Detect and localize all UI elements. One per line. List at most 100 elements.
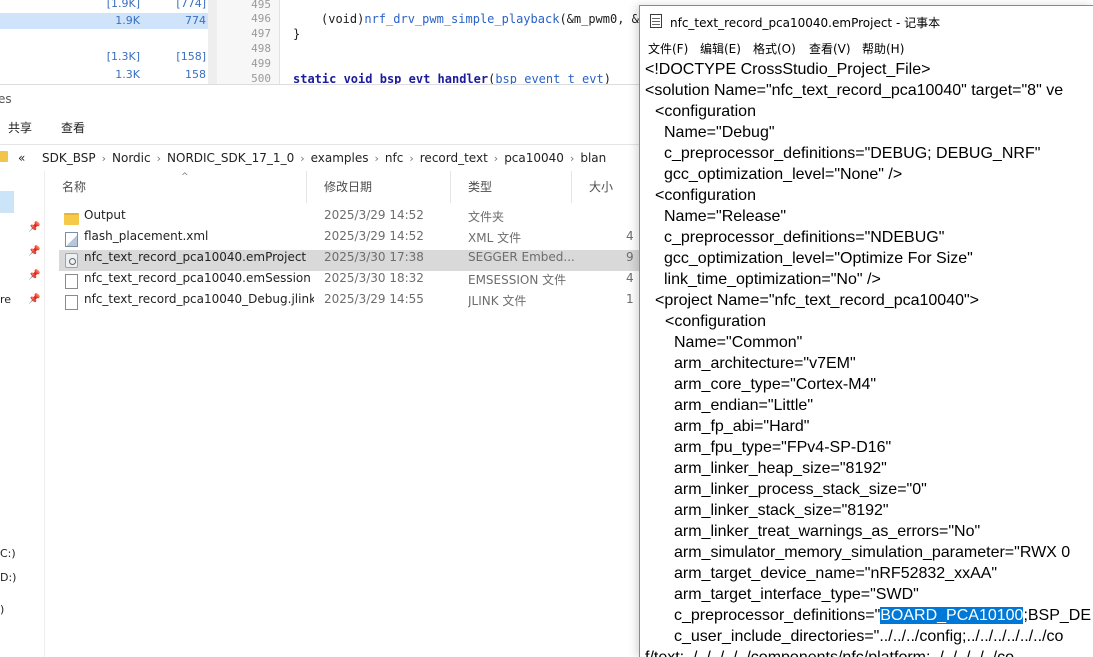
xml-file-icon <box>65 232 78 247</box>
code-line-497: } <box>293 27 301 41</box>
breadcrumb-sdk-bsp[interactable]: SDK_BSP <box>42 151 96 165</box>
text-line: arm_endian="Little" <box>674 397 813 414</box>
folder-icon <box>0 151 8 162</box>
text-line: arm_target_device_name="nRF52832_xxAA" <box>674 565 998 582</box>
text-line: Name="Debug" <box>664 124 775 141</box>
line-number: 496 <box>251 12 271 25</box>
notepad-window: nfc_text_record_pca10040.emProject - 记事本… <box>639 5 1093 657</box>
chevron-right-icon: › <box>156 152 162 165</box>
line-number: 498 <box>251 42 271 55</box>
file-row-flash-placement[interactable]: flash_placement.xml 2025/3/29 14:52 XML … <box>59 229 645 250</box>
text-line: c_user_include_directories="../../../con… <box>674 628 1064 645</box>
pin-icon: 📌 <box>28 222 41 233</box>
text-line: Name="Release" <box>664 208 787 225</box>
window-title: nfc_text_record_pca10040.emProject - 记事本 <box>670 16 941 30</box>
chevron-right-icon: › <box>101 152 107 165</box>
text-line: gcc_optimization_level="None" /> <box>664 166 903 183</box>
column-name[interactable]: 名称 <box>45 171 307 203</box>
file-row-emsession[interactable]: nfc_text_record_pca10040.emSession 2025/… <box>59 271 645 292</box>
tab-share[interactable]: 共享 <box>8 119 32 136</box>
nav-drive-d[interactable]: D:) <box>0 571 16 584</box>
file-icon <box>65 295 78 310</box>
text-line: arm_fp_abi="Hard" <box>674 418 810 435</box>
text-line: <configuration <box>655 103 756 120</box>
text-line: arm_architecture="v7EM" <box>674 355 856 372</box>
breadcrumb-nordic-sdk[interactable]: NORDIC_SDK_17_1_0 <box>167 151 294 165</box>
segger-project-icon <box>65 253 78 268</box>
size-row: 1.9K 774 <box>0 13 208 29</box>
text-line: arm_core_type="Cortex-M4" <box>674 376 877 393</box>
address-bar[interactable]: « SDK_BSP › Nordic › NORDIC_SDK_17_1_0 › examp… <box>0 144 645 172</box>
text-line: gcc_optimization_level="Optimize For Siz… <box>664 250 973 267</box>
breadcrumb-examples[interactable]: examples <box>311 151 369 165</box>
line-number: 499 <box>251 57 271 70</box>
text-line: arm_fpu_type="FPv4-SP-D16" <box>674 439 892 456</box>
text-line: c_preprocessor_definitions="DEBUG; DEBUG… <box>664 145 1041 162</box>
text-line: arm_linker_heap_size="8192" <box>674 460 887 477</box>
chevron-right-icon: › <box>409 152 414 165</box>
chevron-right-icon: › <box>493 152 499 165</box>
selected-text[interactable]: BOARD_PCA10100 <box>880 607 1024 624</box>
menu-file[interactable]: 文件(F) <box>648 40 688 57</box>
column-header: ^ 名称 修改日期 类型 大小 <box>45 171 645 203</box>
nav-drive-c[interactable]: C:) <box>0 547 16 560</box>
nav-selected-item[interactable] <box>0 191 14 213</box>
menu-edit[interactable]: 编辑(E) <box>700 40 741 57</box>
menu-help[interactable]: 帮助(H) <box>862 40 904 57</box>
text-line: arm_linker_treat_warnings_as_errors="No" <box>674 523 981 540</box>
breadcrumb-blank[interactable]: blan <box>580 151 606 165</box>
size-row: [1.9K] [774] <box>106 0 206 10</box>
text-line: <project Name="nfc_text_record_pca10040"… <box>655 292 980 309</box>
file-row-jlink[interactable]: nfc_text_record_pca10040_Debug.jlink 202… <box>59 292 645 313</box>
text-line-preprocessor: c_preprocessor_definitions="BOARD_PCA101… <box>674 607 1092 624</box>
pin-icon: 📌 <box>28 294 41 305</box>
file-explorer-window: es 共享 查看 « SDK_BSP › Nordic › NORDIC_SDK_17_… <box>0 84 645 657</box>
nav-item-fragment[interactable]: re <box>0 293 11 306</box>
file-row-output[interactable]: Output 2025/3/29 14:52 文件夹 <box>59 208 645 229</box>
breadcrumb-pca10040[interactable]: pca10040 <box>504 151 564 165</box>
file-row-emproject[interactable]: nfc_text_record_pca10040.emProject 2025/… <box>59 250 645 271</box>
text-line: <configuration <box>655 187 756 204</box>
file-icon <box>65 274 78 289</box>
menu-bar: 文件(F) 编辑(E) 格式(O) 查看(V) 帮助(H) <box>640 36 1093 58</box>
column-size[interactable]: 大小 <box>572 171 645 203</box>
breadcrumb: « SDK_BSP › Nordic › NORDIC_SDK_17_1_0 › examp… <box>18 151 606 165</box>
code-line-496: (void)nrf_drv_pwm_simple_playback(&m_pwm… <box>321 12 654 26</box>
text-line: arm_simulator_memory_simulation_paramete… <box>674 544 1071 561</box>
text-line: <!DOCTYPE CrossStudio_Project_File> <box>645 61 931 78</box>
ribbon-tabs: 共享 查看 <box>0 111 645 143</box>
text-line: arm_linker_stack_size="8192" <box>674 502 889 519</box>
menu-format[interactable]: 格式(O) <box>753 40 796 57</box>
text-line: c_preprocessor_definitions="NDEBUG" <box>664 229 945 246</box>
text-line: <configuration <box>665 313 766 330</box>
file-list: ^ 名称 修改日期 类型 大小 Output 2025/3/29 14:52 文… <box>45 171 645 657</box>
size-row: 1.3K 158 <box>115 68 206 81</box>
notepad-title-bar[interactable]: nfc_text_record_pca10040.emProject - 记事本 <box>640 6 1093 36</box>
breadcrumb-record-text[interactable]: record_text <box>420 151 488 165</box>
text-line: <solution Name="nfc_text_record_pca10040… <box>645 82 1064 99</box>
menu-view[interactable]: 查看(V) <box>809 40 851 57</box>
nav-item-fragment[interactable]: ) <box>0 603 4 616</box>
column-type[interactable]: 类型 <box>451 171 572 203</box>
tab-view[interactable]: 查看 <box>61 119 85 136</box>
text-line: arm_target_interface_type="SWD" <box>674 586 919 603</box>
text-line: arm_linker_process_stack_size="0" <box>674 481 927 498</box>
text-line: Name="Common" <box>674 334 803 351</box>
chevron-right-icon: › <box>569 152 575 165</box>
chevron-right-icon: › <box>374 152 379 165</box>
size-row: [1.3K] [158] <box>106 50 206 63</box>
text-editor-area[interactable]: <!DOCTYPE CrossStudio_Project_File> <sol… <box>640 59 1093 657</box>
breadcrumb-overflow[interactable]: « <box>18 151 25 165</box>
breadcrumb-nfc[interactable]: nfc <box>385 151 403 165</box>
notepad-icon <box>650 14 662 28</box>
text-line: link_time_optimization="No" /> <box>664 271 881 288</box>
line-number: 497 <box>251 27 271 40</box>
chevron-right-icon: › <box>300 152 305 165</box>
pin-icon: 📌 <box>28 270 41 281</box>
column-modified[interactable]: 修改日期 <box>307 171 451 203</box>
breadcrumb-nordic[interactable]: Nordic <box>112 151 151 165</box>
navigation-pane: 📌 📌 📌 📌 re C:) D:) ) <box>0 171 45 657</box>
line-number: 495 <box>251 0 271 11</box>
pin-icon: 📌 <box>28 246 41 257</box>
folder-icon <box>64 213 79 225</box>
